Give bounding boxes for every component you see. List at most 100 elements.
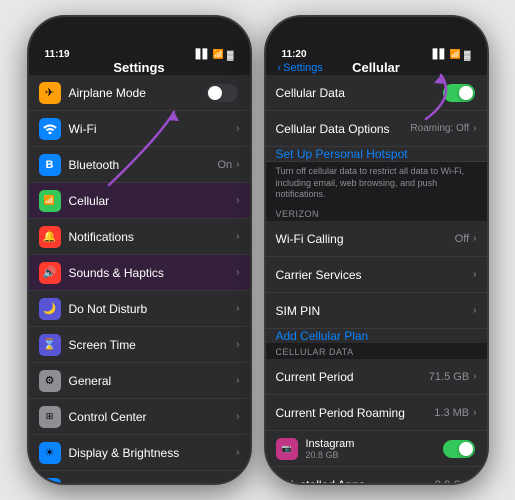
phone-2: 11:20 ▋▋ 📶 ▓ ‹ Settings Cellular Cellula… xyxy=(264,15,489,485)
uninstalledapps-label: Uninstalled Apps xyxy=(276,478,435,483)
nav-bar-1: Settings xyxy=(29,60,250,75)
section-3: ⚙ General › ⊞ Control Center › ☀ Display… xyxy=(29,363,250,483)
general-row[interactable]: ⚙ General › xyxy=(29,363,250,399)
bluetooth-value: On xyxy=(217,159,232,171)
cellular-row[interactable]: 📶 Cellular › xyxy=(29,183,250,219)
airplane-icon: ✈ xyxy=(39,82,61,104)
homescreen-label: Home Screen xyxy=(69,482,237,484)
airplane-toggle[interactable] xyxy=(206,84,238,102)
instagram-label: Instagram xyxy=(306,438,443,450)
back-label: Settings xyxy=(283,62,323,74)
notifications-icon: 🔔 xyxy=(39,226,61,248)
instagram-row[interactable]: 📷 Instagram 20.8 GB xyxy=(266,431,487,467)
status-icons-2: ▋▋ 📶 ▓ xyxy=(433,49,471,60)
verizon-section-header: VERIZON xyxy=(266,205,487,221)
homescreen-row[interactable]: ⊞ Home Screen › xyxy=(29,471,250,483)
uninstalledapps-row[interactable]: Uninstalled Apps 8.9 GB › xyxy=(266,467,487,483)
uninstalledapps-chevron: › xyxy=(473,479,476,483)
screentime-icon: ⌛ xyxy=(39,334,61,356)
cellular-data-apps: Current Period 71.5 GB › Current Period … xyxy=(266,359,487,483)
battery-icon-1: ▓ xyxy=(227,50,234,60)
wifi-chevron: › xyxy=(236,123,239,134)
currentperiod-row[interactable]: Current Period 71.5 GB › xyxy=(266,359,487,395)
display-icon: ☀ xyxy=(39,442,61,464)
settings-title: Settings xyxy=(113,60,164,75)
wificalling-row[interactable]: Wi-Fi Calling Off › xyxy=(266,221,487,257)
notifications-row[interactable]: 🔔 Notifications › xyxy=(29,219,250,255)
back-button[interactable]: ‹ Settings xyxy=(278,62,323,74)
donotdisturb-icon: 🌙 xyxy=(39,298,61,320)
controlcenter-label: Control Center xyxy=(69,410,237,424)
cellulardata-label: Cellular Data xyxy=(276,86,443,100)
status-bar-2: 11:20 ▋▋ 📶 ▓ xyxy=(266,45,487,60)
instagram-icon: 📷 xyxy=(276,438,298,460)
notifications-label: Notifications xyxy=(69,230,237,244)
controlcenter-chevron: › xyxy=(236,411,239,422)
bluetooth-icon: B xyxy=(39,154,61,176)
carrierservices-label: Carrier Services xyxy=(276,268,474,282)
personal-hotspot-label: Set Up Personal Hotspot xyxy=(276,147,408,161)
time-2: 11:20 xyxy=(282,49,307,60)
airplane-label: Airplane Mode xyxy=(69,86,206,100)
currentroaming-row[interactable]: Current Period Roaming 1.3 MB › xyxy=(266,395,487,431)
phone-1: 11:19 ▋▋ 📶 ▓ Settings ✈ Airplane Mode xyxy=(27,15,252,485)
cellulardata-section-header: CELLULAR DATA xyxy=(266,343,487,359)
sounds-row[interactable]: 🔊 Sounds & Haptics › xyxy=(29,255,250,291)
airplane-row[interactable]: ✈ Airplane Mode xyxy=(29,75,250,111)
carrierservices-row[interactable]: Carrier Services › xyxy=(266,257,487,293)
wifi-label: Wi-Fi xyxy=(69,122,233,136)
cellulardata-toggle[interactable] xyxy=(443,84,475,102)
wificalling-label: Wi-Fi Calling xyxy=(276,232,455,246)
donotdisturb-label: Do Not Disturb xyxy=(69,302,237,316)
status-bar-1: 11:19 ▋▋ 📶 ▓ xyxy=(29,45,250,60)
add-cellular-plan-row[interactable]: Add Cellular Plan xyxy=(266,329,487,343)
instagram-sub: 20.8 GB xyxy=(306,450,443,460)
signal-icon-1: ▋▋ xyxy=(196,49,210,60)
currentroaming-chevron: › xyxy=(473,407,476,418)
screentime-row[interactable]: ⌛ Screen Time › xyxy=(29,327,250,363)
wifi-icon-1: 📶 xyxy=(213,49,224,60)
cellular-hint-text: Turn off cellular data to restrict all d… xyxy=(266,162,487,205)
screentime-label: Screen Time xyxy=(69,338,237,352)
bluetooth-row[interactable]: B Bluetooth On › xyxy=(29,147,250,183)
currentroaming-value: 1.3 MB xyxy=(434,407,469,419)
general-chevron: › xyxy=(236,375,239,386)
controlcenter-row[interactable]: ⊞ Control Center › xyxy=(29,399,250,435)
section-1: ✈ Airplane Mode Wi-Fi › B Bluetooth On xyxy=(29,75,250,219)
display-row[interactable]: ☀ Display & Brightness › xyxy=(29,435,250,471)
sounds-label: Sounds & Haptics xyxy=(69,266,237,280)
cellulardataoptions-chevron: › xyxy=(473,123,476,134)
simpin-row[interactable]: SIM PIN › xyxy=(266,293,487,329)
currentperiod-label: Current Period xyxy=(276,370,429,384)
sounds-icon: 🔊 xyxy=(39,262,61,284)
battery-icon-2: ▓ xyxy=(464,50,471,60)
cellulardata-row[interactable]: Cellular Data xyxy=(266,75,487,111)
currentperiod-value: 71.5 GB xyxy=(429,371,469,383)
wifi-row[interactable]: Wi-Fi › xyxy=(29,111,250,147)
sounds-chevron: › xyxy=(236,267,239,278)
general-icon: ⚙ xyxy=(39,370,61,392)
airplane-toggle-thumb xyxy=(208,86,222,100)
currentperiod-chevron: › xyxy=(473,371,476,382)
instagram-toggle[interactable] xyxy=(443,440,475,458)
donotdisturb-row[interactable]: 🌙 Do Not Disturb › xyxy=(29,291,250,327)
cellular-main-section: Cellular Data Cellular Data Options Roam… xyxy=(266,75,487,147)
carrierservices-chevron: › xyxy=(473,269,476,280)
homescreen-icon: ⊞ xyxy=(39,478,61,484)
personal-hotspot-row[interactable]: Set Up Personal Hotspot xyxy=(266,147,487,162)
notch-1 xyxy=(94,17,184,39)
simpin-label: SIM PIN xyxy=(276,304,474,318)
cellulardataoptions-row[interactable]: Cellular Data Options Roaming: Off › xyxy=(266,111,487,147)
cellular-icon: 📶 xyxy=(39,190,61,212)
simpin-chevron: › xyxy=(473,305,476,316)
cellulardata-toggle-thumb xyxy=(459,86,473,100)
cellular-chevron: › xyxy=(236,195,239,206)
controlcenter-icon: ⊞ xyxy=(39,406,61,428)
add-cellular-plan-label: Add Cellular Plan xyxy=(276,329,369,343)
bluetooth-chevron: › xyxy=(236,159,239,170)
cellulardataoptions-value: Roaming: Off xyxy=(410,123,469,134)
display-chevron: › xyxy=(236,447,239,458)
screentime-chevron: › xyxy=(236,339,239,350)
wifi-icon xyxy=(39,118,61,140)
nav-bar-2: ‹ Settings Cellular xyxy=(266,60,487,75)
